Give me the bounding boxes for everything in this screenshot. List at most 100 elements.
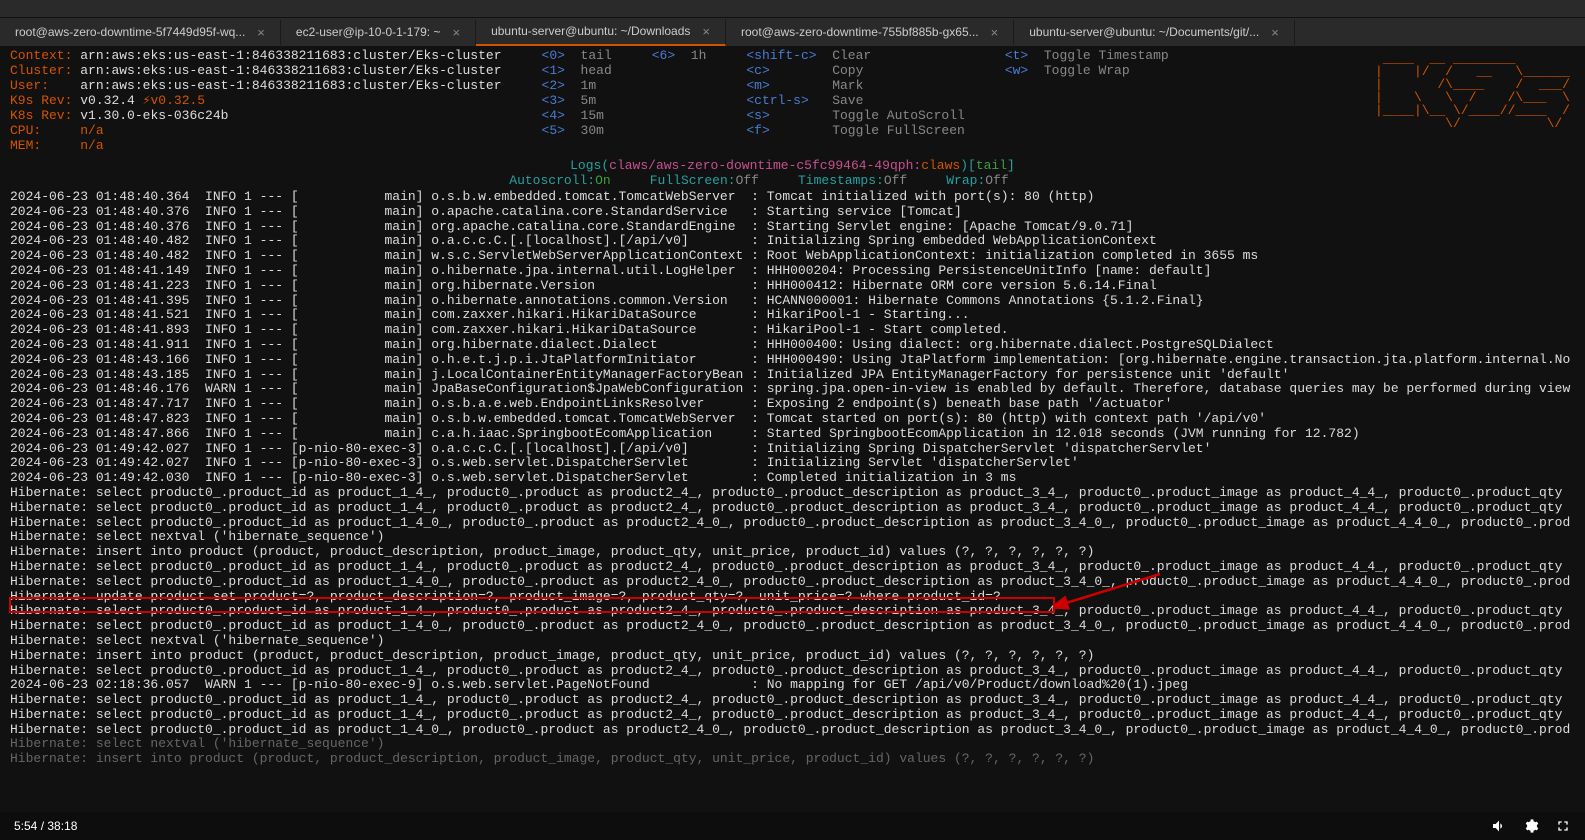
log-line: 2024-06-23 01:48:40.376 INFO 1 --- [ mai… bbox=[10, 205, 1575, 220]
k9s-logo: ____ __ ________ | |/ / __ \______ | /\_… bbox=[1375, 52, 1570, 130]
log-line: Hibernate: select nextval ('hibernate_se… bbox=[10, 530, 1575, 545]
log-line: Hibernate: select product0_.product_id a… bbox=[10, 516, 1575, 531]
k8srev-label: K8s Rev: bbox=[10, 108, 72, 123]
video-time: 5:54 / 38:18 bbox=[14, 819, 77, 833]
shortcut-label: 30m bbox=[573, 123, 604, 138]
log-line: Hibernate: insert into product (product,… bbox=[10, 545, 1575, 560]
k9srev-label: K9s Rev: bbox=[10, 93, 72, 108]
log-line: Hibernate: insert into product (product,… bbox=[10, 649, 1575, 664]
log-line: 2024-06-23 01:48:40.376 INFO 1 --- [ mai… bbox=[10, 220, 1575, 235]
tab-bar: root@aws-zero-downtime-5f7449d95f-wq...×… bbox=[0, 18, 1585, 46]
shortcut-label: tail bbox=[573, 48, 612, 63]
shortcut-label: 1m bbox=[573, 78, 596, 93]
tab-3[interactable]: root@aws-zero-downtime-755bf885b-gx65...… bbox=[726, 20, 1014, 45]
tab-1[interactable]: ec2-user@ip-10-0-1-179: ~× bbox=[281, 20, 476, 45]
shortcut-label: head bbox=[573, 63, 612, 78]
log-line: Hibernate: select product0_.product_id a… bbox=[10, 604, 1575, 619]
shortcut-key: <w> bbox=[1005, 63, 1036, 78]
shortcut-label: Save bbox=[824, 93, 863, 108]
ctx-label: Context: bbox=[10, 48, 72, 63]
log-line: 2024-06-23 01:48:47.866 INFO 1 --- [ mai… bbox=[10, 427, 1575, 442]
log-line: Hibernate: select product0_.product_id a… bbox=[10, 560, 1575, 575]
log-line: 2024-06-23 01:48:47.823 INFO 1 --- [ mai… bbox=[10, 412, 1575, 427]
log-line: Hibernate: select product0_.product_id a… bbox=[10, 693, 1575, 708]
context-block: Context: arn:aws:eks:us-east-1:846338211… bbox=[10, 48, 502, 153]
window-titlebar bbox=[0, 0, 1585, 18]
log-line: 2024-06-23 01:49:42.027 INFO 1 --- [p-ni… bbox=[10, 442, 1575, 457]
shortcuts-col3: <shift-c> Clear<c> Copy<m> Mark<ctrl-s> … bbox=[746, 48, 964, 153]
log-line: Hibernate: select product0_.product_id a… bbox=[10, 664, 1575, 679]
shortcut-key: <1> bbox=[542, 63, 573, 78]
log-line: Hibernate: select product0_.product_id a… bbox=[10, 723, 1575, 738]
close-icon[interactable]: × bbox=[452, 25, 460, 40]
log-line: 2024-06-23 02:18:36.057 WARN 1 --- [p-ni… bbox=[10, 678, 1575, 693]
shortcut-label: Toggle FullScreen bbox=[824, 123, 964, 138]
log-line: 2024-06-23 01:48:40.482 INFO 1 --- [ mai… bbox=[10, 234, 1575, 249]
log-line: 2024-06-23 01:48:43.166 INFO 1 --- [ mai… bbox=[10, 353, 1575, 368]
shortcut-key: <shift-c> bbox=[746, 48, 824, 63]
shortcut-key: <t> bbox=[1005, 48, 1036, 63]
close-icon[interactable]: × bbox=[1271, 25, 1279, 40]
shortcut-label: Toggle AutoScroll bbox=[824, 108, 964, 123]
close-icon[interactable]: × bbox=[702, 24, 710, 39]
close-icon[interactable]: × bbox=[991, 25, 999, 40]
log-line: 2024-06-23 01:48:41.223 INFO 1 --- [ mai… bbox=[10, 279, 1575, 294]
log-line: 2024-06-23 01:48:41.521 INFO 1 --- [ mai… bbox=[10, 308, 1575, 323]
status-bar: Autoscroll:On FullScreen:Off Timestamps:… bbox=[10, 173, 1575, 188]
shortcut-label: Copy bbox=[824, 63, 863, 78]
log-line: 2024-06-23 01:48:40.364 INFO 1 --- [ mai… bbox=[10, 190, 1575, 205]
shortcut-key: <5> bbox=[542, 123, 573, 138]
shortcut-label: Toggle Wrap bbox=[1036, 63, 1130, 78]
log-line: Hibernate: select product0_.product_id a… bbox=[10, 708, 1575, 723]
mem-label: MEM: bbox=[10, 138, 41, 153]
log-line: 2024-06-23 01:48:41.149 INFO 1 --- [ mai… bbox=[10, 264, 1575, 279]
log-line: Hibernate: insert into product (product,… bbox=[10, 752, 1575, 767]
log-line: 2024-06-23 01:48:46.176 WARN 1 --- [ mai… bbox=[10, 382, 1575, 397]
log-line: 2024-06-23 01:49:42.027 INFO 1 --- [p-ni… bbox=[10, 456, 1575, 471]
log-line: 2024-06-23 01:48:41.911 INFO 1 --- [ mai… bbox=[10, 338, 1575, 353]
tab-2[interactable]: ubuntu-server@ubuntu: ~/Downloads× bbox=[476, 19, 726, 46]
shortcut-key: <6> bbox=[652, 48, 683, 63]
shortcut-key: <4> bbox=[542, 108, 573, 123]
log-line: Hibernate: select nextval ('hibernate_se… bbox=[10, 737, 1575, 752]
shortcuts-col1: <0> tail<1> head<2> 1m<3> 5m<4> 15m<5> 3… bbox=[542, 48, 612, 153]
shortcut-key: <m> bbox=[746, 78, 824, 93]
log-line: Hibernate: select product0_.product_id a… bbox=[10, 575, 1575, 590]
cluster-label: Cluster: bbox=[10, 63, 72, 78]
log-line: Hibernate: update product set product=?,… bbox=[10, 590, 1575, 605]
k9s-header: Context: arn:aws:eks:us-east-1:846338211… bbox=[10, 48, 1575, 153]
fullscreen-icon[interactable] bbox=[1555, 818, 1571, 834]
shortcut-key: <ctrl-s> bbox=[746, 93, 824, 108]
shortcut-label: 5m bbox=[573, 93, 596, 108]
log-line: 2024-06-23 01:48:41.395 INFO 1 --- [ mai… bbox=[10, 294, 1575, 309]
log-line: 2024-06-23 01:48:43.185 INFO 1 --- [ mai… bbox=[10, 368, 1575, 383]
log-output[interactable]: 2024-06-23 01:48:40.364 INFO 1 --- [ mai… bbox=[10, 190, 1575, 767]
log-line: Hibernate: select product0_.product_id a… bbox=[10, 619, 1575, 634]
shortcut-key: <s> bbox=[746, 108, 824, 123]
close-icon[interactable]: × bbox=[257, 25, 265, 40]
shortcut-label: 1h bbox=[683, 48, 706, 63]
shortcuts-col2: <6> 1h bbox=[652, 48, 707, 153]
shortcut-key: <f> bbox=[746, 123, 824, 138]
logs-header: Logs(claws/aws-zero-downtime-c5fc99464-4… bbox=[10, 158, 1575, 173]
log-line: 2024-06-23 01:48:41.893 INFO 1 --- [ mai… bbox=[10, 323, 1575, 338]
log-line: 2024-06-23 01:48:40.482 INFO 1 --- [ mai… bbox=[10, 249, 1575, 264]
terminal[interactable]: Context: arn:aws:eks:us-east-1:846338211… bbox=[0, 46, 1585, 812]
settings-icon[interactable] bbox=[1523, 818, 1539, 834]
log-line: 2024-06-23 01:49:42.030 INFO 1 --- [p-ni… bbox=[10, 471, 1575, 486]
shortcut-label: 15m bbox=[573, 108, 604, 123]
cpu-label: CPU: bbox=[10, 123, 41, 138]
shortcut-key: <0> bbox=[542, 48, 573, 63]
video-controls[interactable]: 5:54 / 38:18 bbox=[0, 812, 1585, 840]
shortcut-key: <3> bbox=[542, 93, 573, 108]
volume-icon[interactable] bbox=[1491, 818, 1507, 834]
shortcuts-col4: <t> Toggle Timestamp<w> Toggle Wrap bbox=[1005, 48, 1169, 153]
log-line: Hibernate: select nextval ('hibernate_se… bbox=[10, 634, 1575, 649]
tab-4[interactable]: ubuntu-server@ubuntu: ~/Documents/git/..… bbox=[1014, 20, 1295, 45]
shortcut-label: Mark bbox=[824, 78, 863, 93]
shortcut-label: Clear bbox=[824, 48, 871, 63]
shortcut-key: <2> bbox=[542, 78, 573, 93]
log-line: 2024-06-23 01:48:47.717 INFO 1 --- [ mai… bbox=[10, 397, 1575, 412]
shortcut-key: <c> bbox=[746, 63, 824, 78]
tab-0[interactable]: root@aws-zero-downtime-5f7449d95f-wq...× bbox=[0, 20, 281, 45]
